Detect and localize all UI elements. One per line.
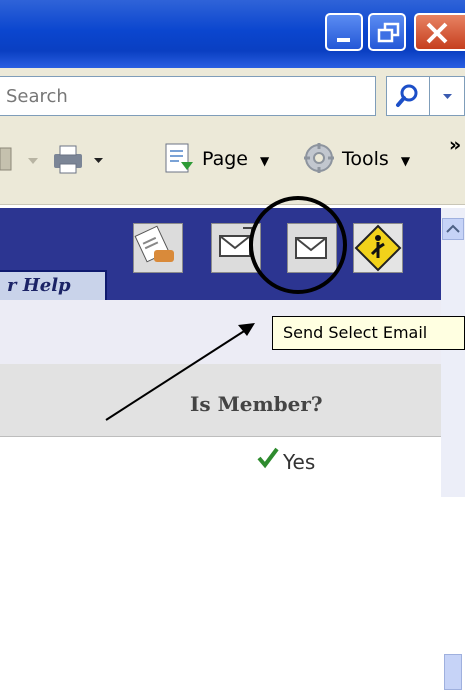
table-row: Yes — [0, 437, 441, 497]
tools-menu-label: Tools — [342, 148, 389, 170]
minimize-icon — [337, 38, 350, 42]
send-email-button[interactable] — [211, 223, 261, 273]
search-input[interactable]: Search — [0, 76, 376, 116]
chevron-down-icon: ▼ — [400, 154, 411, 168]
page-menu-label: Page — [202, 148, 248, 170]
tooltip: Send Select Email — [272, 316, 465, 350]
search-bar-row: Search — [0, 68, 465, 124]
column-header-is-member[interactable]: Is Member? — [0, 364, 441, 437]
check-icon — [257, 447, 279, 469]
restore-button[interactable] — [368, 13, 406, 51]
search-placeholder: Search — [6, 86, 68, 107]
search-button[interactable] — [386, 76, 430, 116]
vertical-scrollbar[interactable] — [441, 208, 465, 690]
chevron-up-icon — [446, 224, 460, 233]
page-menu[interactable]: Page ▼ — [202, 148, 269, 170]
chevron-down-icon: ▼ — [260, 154, 270, 168]
caution-button[interactable] — [353, 223, 403, 273]
minimize-button[interactable] — [325, 13, 363, 51]
send-select-email-icon — [295, 237, 327, 259]
edit-record-icon — [134, 225, 174, 263]
help-button[interactable]: r Help — [0, 270, 107, 303]
more-commands-button[interactable]: » — [449, 134, 461, 156]
print-button[interactable] — [50, 142, 128, 178]
command-bar: Page ▼ Tools ▼ » — [0, 124, 465, 205]
send-email-icon — [219, 227, 253, 257]
window-title-bar — [0, 0, 465, 68]
caution-sign-icon — [354, 224, 402, 272]
edit-record-button[interactable] — [133, 223, 183, 273]
send-select-email-button[interactable] — [287, 223, 337, 273]
help-button-label: r Help — [7, 275, 71, 296]
search-options-button[interactable] — [430, 76, 465, 116]
home-icon[interactable] — [0, 144, 14, 174]
tooltip-text: Send Select Email — [283, 323, 428, 342]
close-button[interactable] — [414, 13, 465, 51]
printer-icon — [54, 145, 82, 174]
is-member-value: Yes — [283, 450, 316, 474]
app-toolbar: r Help — [0, 208, 441, 303]
search-icon — [396, 84, 418, 107]
more-chevron-icon: » — [449, 134, 462, 156]
tools-menu[interactable]: Tools ▼ — [342, 148, 410, 170]
scrollbar-thumb[interactable] — [444, 654, 462, 690]
chevron-down-icon — [443, 94, 452, 99]
gear-icon — [304, 143, 334, 173]
restore-icon — [377, 22, 400, 43]
scroll-up-button[interactable] — [442, 218, 464, 240]
home-dropdown-icon[interactable] — [28, 158, 40, 166]
page-icon — [165, 143, 193, 173]
close-icon — [426, 22, 448, 44]
column-header-label: Is Member? — [190, 392, 323, 416]
